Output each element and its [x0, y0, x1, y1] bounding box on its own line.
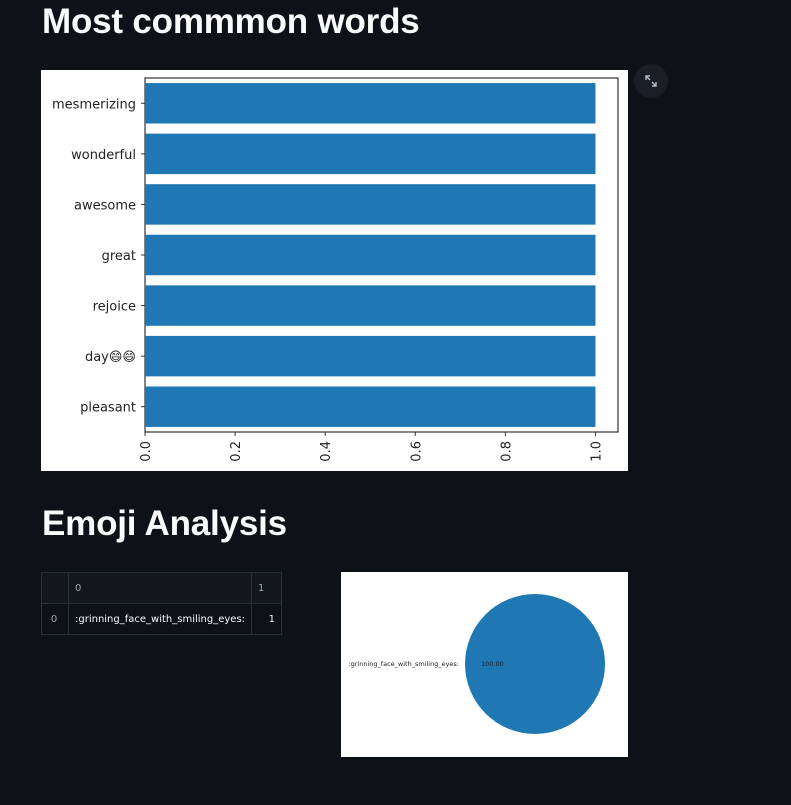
x-tick-label: 0.4: [319, 441, 334, 462]
pie-chart-svg: :grinning_face_with_smiling_eyes: 100.00: [348, 594, 605, 734]
common-words-bar-chart: mesmerizing wonderful awesome great rejoice d…: [41, 70, 628, 471]
y-tick-label: great: [102, 249, 136, 264]
table-header-row: 0 1: [41, 572, 283, 604]
table-cell-count[interactable]: 1: [251, 603, 283, 635]
row-index: 0: [41, 603, 69, 635]
index-header: [41, 572, 69, 604]
column-header-1[interactable]: 1: [251, 572, 283, 604]
x-tick-label: 0.0: [139, 441, 154, 462]
expand-icon: [645, 75, 657, 87]
column-header-0[interactable]: 0: [67, 572, 253, 604]
fullscreen-button[interactable]: [634, 64, 668, 98]
bar: [145, 335, 596, 377]
table-row: 0 :grinning_face_with_smiling_eyes: 1: [41, 603, 283, 635]
pie-label: :grinning_face_with_smiling_eyes:: [348, 660, 459, 668]
bar-chart-svg: mesmerizing wonderful awesome great rejoice d…: [52, 77, 619, 462]
x-tick-label: 0.8: [499, 441, 514, 462]
pie-percent-label: 100.00: [481, 660, 504, 668]
bar: [145, 133, 596, 175]
bar: [145, 285, 596, 326]
x-tick-label: 1.0: [589, 441, 604, 462]
emoji-pie-chart: :grinning_face_with_smiling_eyes: 100.00: [341, 572, 628, 757]
y-tick-label: wonderful: [71, 148, 136, 163]
x-tick-label: 0.6: [409, 441, 424, 462]
emoji-dataframe[interactable]: 0 1 0 :grinning_face_with_smiling_eyes: …: [41, 572, 283, 635]
bar: [145, 386, 596, 427]
bar: [145, 184, 596, 225]
bar: [145, 234, 596, 276]
x-tick-label: 0.2: [229, 441, 244, 462]
table-cell-emoji[interactable]: :grinning_face_with_smiling_eyes:: [67, 603, 253, 635]
section-title-emoji: Emoji Analysis: [42, 504, 287, 543]
y-tick-label: day😄😄: [85, 350, 136, 365]
y-tick-label: rejoice: [93, 300, 136, 315]
y-tick-label: mesmerizing: [52, 97, 136, 112]
y-tick-label: awesome: [74, 198, 136, 213]
y-tick-label: pleasant: [80, 401, 136, 416]
page-title-common-words: Most commmon words: [42, 2, 420, 41]
bar: [145, 83, 596, 124]
